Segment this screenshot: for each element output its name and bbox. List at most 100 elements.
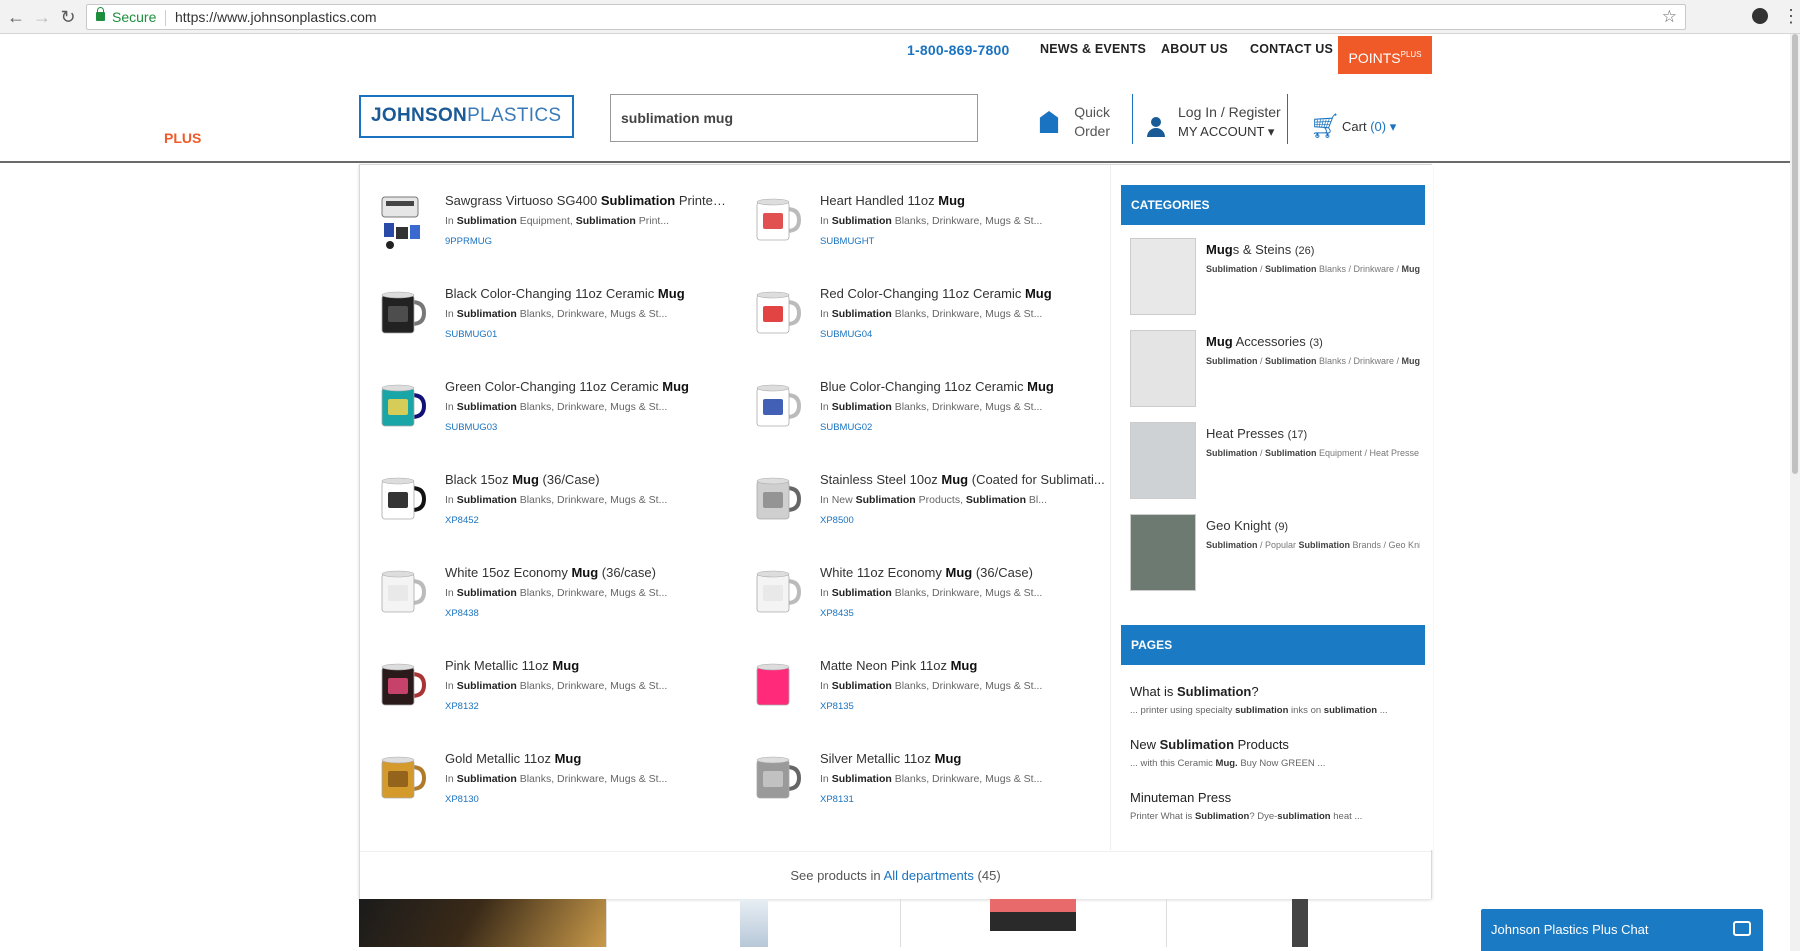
category-name[interactable]: Geo Knight (9) — [1206, 518, 1288, 533]
forward-icon[interactable]: → — [32, 7, 52, 27]
login-register-link[interactable]: Log In / Register — [1178, 103, 1281, 122]
all-departments-link[interactable]: All departments — [884, 868, 974, 883]
product-thumbnail[interactable] — [749, 472, 802, 524]
product-thumbnail[interactable] — [749, 565, 802, 617]
product-thumbnail[interactable] — [374, 286, 427, 338]
product-suggestion[interactable]: Black 15oz Mug (36/Case) In Sublimation B… — [360, 444, 735, 537]
category-suggestion[interactable]: Geo Knight (9) Sublimation / Popular Subl… — [1130, 514, 1420, 594]
user-icon[interactable] — [1147, 117, 1165, 137]
account-menu[interactable]: Log In / Register MY ACCOUNT ▾ — [1178, 103, 1281, 141]
product-name[interactable]: Matte Neon Pink 11oz Mug — [820, 658, 1105, 673]
page-snippet: ... printer using specialty sublimation … — [1130, 705, 1388, 716]
product-suggestion[interactable]: Black Color-Changing 11oz Ceramic Mug In … — [360, 258, 735, 351]
nav-about-us[interactable]: ABOUT US — [1161, 42, 1228, 56]
product-name[interactable]: Red Color-Changing 11oz Ceramic Mug — [820, 286, 1105, 301]
product-image[interactable] — [990, 899, 1076, 931]
header-divider — [1287, 94, 1288, 144]
product-thumbnail[interactable] — [374, 379, 427, 431]
product-suggestion[interactable]: Stainless Steel 10oz Mug (Coated for Sub… — [735, 444, 1110, 537]
product-name[interactable]: Pink Metallic 11oz Mug — [445, 658, 730, 673]
category-path: Sublimation / Sublimation Equipment / He… — [1206, 448, 1420, 458]
bookmark-star-icon[interactable]: ☆ — [1662, 5, 1677, 29]
cart-icon[interactable]: 🛒︎ — [1310, 115, 1340, 139]
product-results: Sawgrass Virtuoso SG400 Sublimation Prin… — [360, 165, 1110, 850]
product-thumbnail[interactable] — [749, 379, 802, 431]
product-name[interactable]: White 11oz Economy Mug (36/Case) — [820, 565, 1105, 580]
page-suggestion[interactable]: What is Sublimation? ... printer using sp… — [1130, 684, 1420, 716]
product-name[interactable]: Black 15oz Mug (36/Case) — [445, 472, 730, 487]
category-thumbnail[interactable] — [1130, 330, 1196, 407]
banner-image[interactable] — [359, 899, 606, 947]
product-name[interactable]: Green Color-Changing 11oz Ceramic Mug — [445, 379, 730, 394]
category-name[interactable]: Heat Presses (17) — [1206, 426, 1307, 441]
quick-order-icon[interactable] — [1039, 111, 1059, 133]
category-thumbnail[interactable] — [1130, 514, 1196, 591]
product-name[interactable]: Silver Metallic 11oz Mug — [820, 751, 1105, 766]
points-plus-button[interactable]: POINTSPLUS — [1338, 36, 1432, 74]
reload-icon[interactable]: ↻ — [58, 7, 78, 27]
category-name[interactable]: Mugs & Steins (26) — [1206, 242, 1314, 257]
product-suggestion[interactable]: Silver Metallic 11oz Mug In Sublimation B… — [735, 723, 1110, 816]
browser-menu-icon[interactable]: ⋮ — [1782, 6, 1800, 26]
product-suggestion[interactable]: Heart Handled 11oz Mug In Sublimation Bla… — [735, 165, 1110, 258]
content-divider — [606, 899, 607, 947]
product-thumbnail[interactable] — [374, 565, 427, 617]
page-suggestion[interactable]: Minuteman Press Printer What is Sublimati… — [1130, 790, 1420, 822]
product-suggestion[interactable]: Green Color-Changing 11oz Ceramic Mug In … — [360, 351, 735, 444]
quick-order-link[interactable]: Quick Order — [1074, 103, 1110, 141]
scrollbar-thumb[interactable] — [1792, 34, 1798, 474]
product-thumbnail[interactable] — [749, 286, 802, 338]
page-suggestion[interactable]: New Sublimation Products ... with this Ce… — [1130, 737, 1420, 769]
page-title[interactable]: What is Sublimation? — [1130, 684, 1420, 699]
extension-icon[interactable] — [1752, 8, 1768, 24]
category-thumbnail[interactable] — [1130, 422, 1196, 499]
back-icon[interactable]: ← — [6, 7, 26, 27]
category-suggestion[interactable]: Mugs & Steins (26) Sublimation / Sublimat… — [1130, 238, 1420, 318]
product-thumbnail[interactable] — [749, 193, 802, 245]
product-thumbnail[interactable] — [749, 751, 802, 803]
category-name[interactable]: Mug Accessories (3) — [1206, 334, 1323, 349]
product-image[interactable] — [1292, 899, 1308, 947]
product-sku: SUBMUG03 — [445, 422, 498, 433]
site-logo[interactable]: JOHNSONPLASTICS — [359, 95, 574, 138]
page-title[interactable]: Minuteman Press — [1130, 790, 1420, 805]
my-account-dropdown[interactable]: MY ACCOUNT ▾ — [1178, 122, 1281, 141]
see-all-products: See products in All departments (45) — [360, 851, 1431, 899]
product-name[interactable]: Sawgrass Virtuoso SG400 Sublimation Prin… — [445, 193, 730, 208]
product-thumbnail[interactable] — [374, 472, 427, 524]
product-name[interactable]: Black Color-Changing 11oz Ceramic Mug — [445, 286, 730, 301]
page-title[interactable]: New Sublimation Products — [1130, 737, 1420, 752]
nav-contact-us[interactable]: CONTACT US — [1250, 42, 1333, 56]
product-thumbnail[interactable] — [374, 751, 427, 803]
chat-widget[interactable]: Johnson Plastics Plus Chat — [1481, 909, 1763, 951]
product-image[interactable] — [740, 899, 768, 947]
address-bar[interactable]: Secure https://www.johnsonplastics.com ☆ — [86, 4, 1686, 30]
category-suggestion[interactable]: Mug Accessories (3) Sublimation / Sublima… — [1130, 330, 1420, 410]
product-thumbnail[interactable] — [749, 658, 802, 710]
search-input[interactable]: sublimation mug — [610, 94, 978, 142]
product-suggestion[interactable]: Red Color-Changing 11oz Ceramic Mug In Su… — [735, 258, 1110, 351]
product-thumbnail[interactable] — [374, 193, 426, 249]
product-name[interactable]: Heart Handled 11oz Mug — [820, 193, 1105, 208]
product-thumbnail[interactable] — [374, 658, 427, 710]
product-suggestion[interactable]: Sawgrass Virtuoso SG400 Sublimation Prin… — [360, 165, 735, 258]
product-suggestion[interactable]: White 15oz Economy Mug (36/case) In Subli… — [360, 537, 735, 630]
url-text[interactable]: https://www.johnsonplastics.com — [175, 5, 377, 29]
product-suggestion[interactable]: Matte Neon Pink 11oz Mug In Sublimation B… — [735, 630, 1110, 723]
page-scrollbar[interactable] — [1790, 34, 1800, 951]
product-suggestion[interactable]: Pink Metallic 11oz Mug In Sublimation Bla… — [360, 630, 735, 723]
product-suggestion[interactable]: Blue Color-Changing 11oz Ceramic Mug In S… — [735, 351, 1110, 444]
nav-news-events[interactable]: NEWS & EVENTS — [1040, 42, 1146, 56]
product-suggestion[interactable]: Gold Metallic 11oz Mug In Sublimation Bla… — [360, 723, 735, 816]
all-departments-count: (45) — [977, 868, 1001, 883]
product-name[interactable]: Stainless Steel 10oz Mug (Coated for Sub… — [820, 472, 1105, 487]
chat-bubble-icon — [1733, 921, 1751, 936]
product-name[interactable]: White 15oz Economy Mug (36/case) — [445, 565, 730, 580]
product-suggestion[interactable]: White 11oz Economy Mug (36/Case) In Subli… — [735, 537, 1110, 630]
category-thumbnail[interactable] — [1130, 238, 1196, 315]
product-name[interactable]: Gold Metallic 11oz Mug — [445, 751, 730, 766]
product-name[interactable]: Blue Color-Changing 11oz Ceramic Mug — [820, 379, 1105, 394]
phone-link[interactable]: 1-800-869-7800 — [907, 42, 1009, 58]
category-suggestion[interactable]: Heat Presses (17) Sublimation / Sublimati… — [1130, 422, 1420, 502]
cart-link[interactable]: Cart (0) ▾ — [1342, 119, 1396, 135]
